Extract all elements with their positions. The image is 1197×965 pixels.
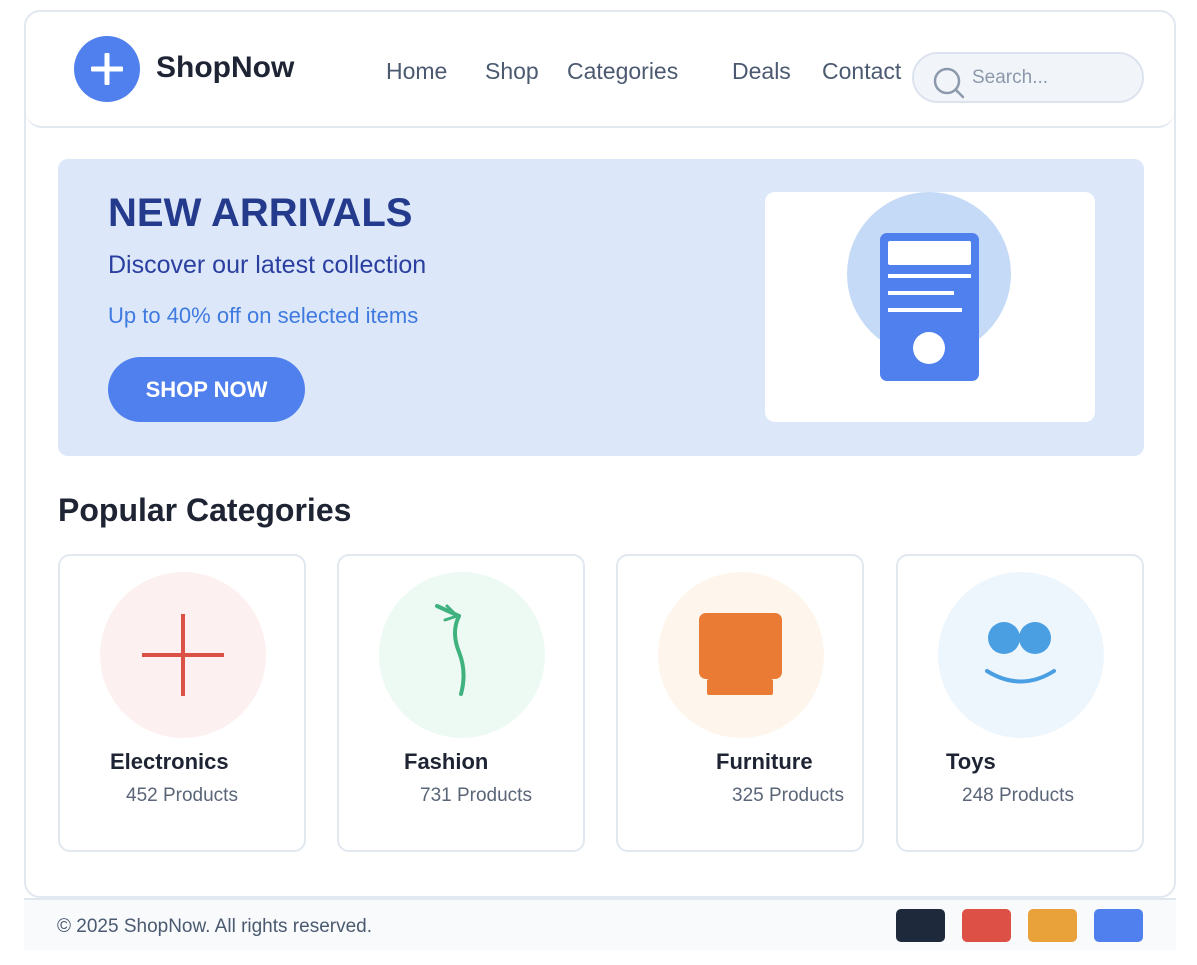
- nav-deals[interactable]: Deals: [732, 58, 791, 85]
- nav-categories[interactable]: Categories: [567, 58, 678, 85]
- category-count: 452 Products: [126, 785, 238, 806]
- hero-title: NEW ARRIVALS: [108, 191, 413, 235]
- category-card-furniture[interactable]: Furniture 325 Products: [616, 554, 864, 852]
- nav-contact[interactable]: Contact: [822, 58, 901, 85]
- color-swatch-red: [962, 909, 1011, 942]
- hero-offer: Up to 40% off on selected items: [108, 303, 419, 328]
- color-swatch-dark: [896, 909, 945, 942]
- search-input[interactable]: Search...: [912, 52, 1144, 103]
- search-icon: [933, 67, 965, 99]
- category-card-electronics[interactable]: Electronics 452 Products: [58, 554, 306, 852]
- category-name: Furniture: [716, 749, 813, 774]
- nav-shop[interactable]: Shop: [485, 58, 539, 85]
- category-name: Toys: [946, 749, 996, 774]
- category-icon-bg: [100, 572, 266, 738]
- category-card-fashion[interactable]: Fashion 731 Products: [337, 554, 585, 852]
- hero-illustration-card: [765, 192, 1095, 422]
- site-header: ShopNow Home Shop Categories Deals Conta…: [26, 12, 1174, 128]
- shop-now-button[interactable]: SHOP NOW: [108, 357, 305, 422]
- page-frame: ShopNow Home Shop Categories Deals Conta…: [24, 10, 1176, 898]
- search-placeholder: Search...: [972, 67, 1049, 88]
- plus-icon: [91, 53, 123, 85]
- hero-subtitle: Discover our latest collection: [108, 251, 427, 279]
- category-count: 325 Products: [732, 785, 844, 806]
- category-icon-bg: [379, 572, 545, 738]
- color-swatch-orange: [1028, 909, 1077, 942]
- copyright-text: © 2025 ShopNow. All rights reserved.: [57, 916, 373, 937]
- document-device-icon: [847, 192, 1011, 381]
- site-footer: © 2025 ShopNow. All rights reserved.: [24, 898, 1176, 950]
- category-card-toys[interactable]: Toys 248 Products: [896, 554, 1144, 852]
- category-count: 731 Products: [420, 785, 532, 806]
- category-name: Electronics: [110, 749, 229, 774]
- nav-home[interactable]: Home: [386, 58, 447, 85]
- logo-badge[interactable]: [74, 36, 140, 102]
- category-icon-bg: [658, 572, 824, 738]
- color-swatch-blue: [1094, 909, 1143, 942]
- toys-smile-icon: [985, 622, 1056, 684]
- fashion-curve-icon: [435, 604, 466, 696]
- hero-banner: NEW ARRIVALS Discover our latest collect…: [58, 159, 1144, 456]
- brand-name[interactable]: ShopNow: [156, 51, 294, 85]
- section-title: Popular Categories: [58, 492, 352, 528]
- category-count: 248 Products: [962, 785, 1074, 806]
- category-icon-bg: [938, 572, 1104, 738]
- category-name: Fashion: [404, 749, 489, 774]
- electronics-plus-icon: [142, 614, 224, 696]
- furniture-chair-icon: [699, 613, 782, 695]
